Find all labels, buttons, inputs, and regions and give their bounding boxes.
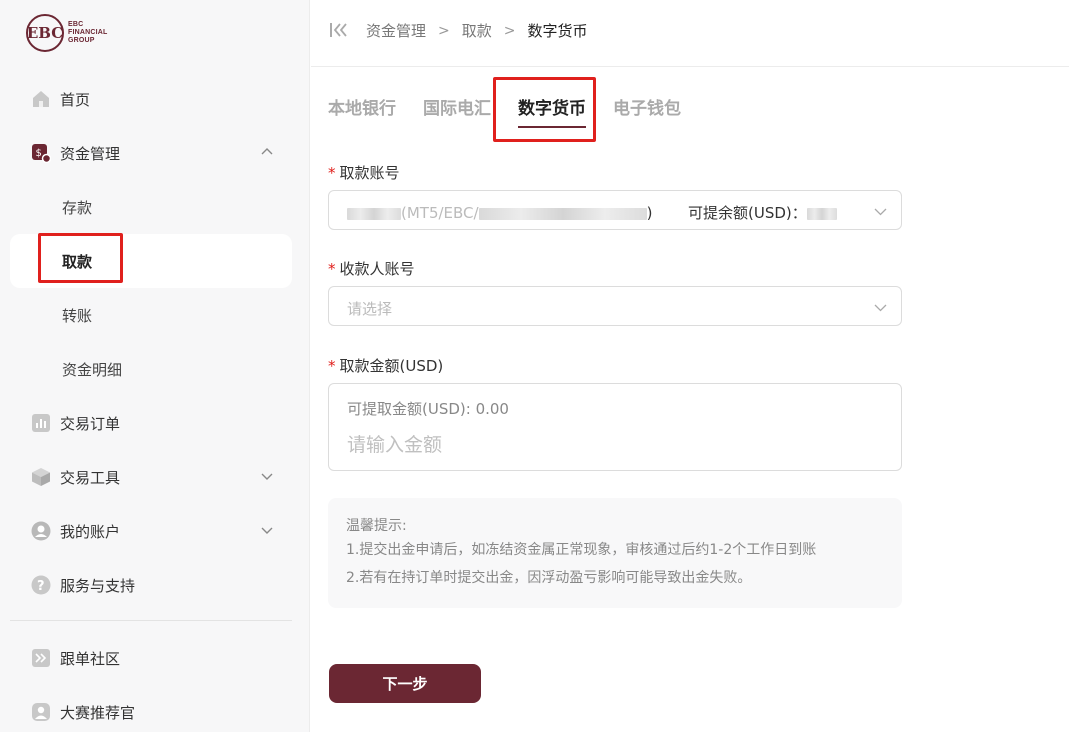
tab-wire-transfer[interactable]: 国际电汇 <box>423 94 491 128</box>
chevron-down-icon <box>874 304 887 312</box>
tab-local-bank[interactable]: 本地银行 <box>328 94 396 128</box>
withdraw-account-select[interactable]: (MT5/EBC/) 可提余额(USD)： <box>328 190 902 230</box>
chevron-down-icon <box>261 473 273 480</box>
sidebar-item-label: 服务与支持 <box>60 576 136 595</box>
top-header: 资金管理 > 取款 > 数字货币 <box>311 0 1069 67</box>
breadcrumb-withdraw[interactable]: 取款 <box>462 20 492 41</box>
next-step-button[interactable]: 下一步 <box>329 664 481 703</box>
highlight-box-digital-currency <box>493 77 596 142</box>
logo-text: EBC FINANCIAL GROUP <box>68 21 108 44</box>
payee-label: * 收款人账号 <box>328 260 415 278</box>
svg-text:?: ? <box>37 579 45 594</box>
tips-panel: 温馨提示: 1.提交出金申请后，如冻结资金属正常现象，审核通过后约1-2个工作日… <box>328 498 902 608</box>
sidebar-item-home[interactable]: 首页 <box>10 77 292 121</box>
chevron-down-icon <box>261 527 273 534</box>
amount-box: 可提取金额(USD): 0.00 <box>328 383 902 471</box>
amount-input[interactable] <box>347 430 887 460</box>
tips-line: 1.提交出金申请后，如冻结资金属正常现象，审核通过后约1-2个工作日到账 <box>346 542 817 558</box>
sidebar-item-label: 我的账户 <box>60 522 121 541</box>
svg-text:$: $ <box>36 148 42 159</box>
sidebar-divider <box>10 620 292 621</box>
sidebar-item-fund-management[interactable]: $ 资金管理 <box>10 131 292 175</box>
chevron-down-icon <box>874 208 887 216</box>
sidebar-subitem-fund-details[interactable]: 资金明细 <box>10 342 292 396</box>
home-icon <box>33 91 49 107</box>
sidebar-item-trading-tools[interactable]: 交易工具 <box>10 455 292 499</box>
sidebar-item-copy-trading[interactable]: 跟单社区 <box>10 636 292 680</box>
tips-title: 温馨提示: <box>346 518 407 534</box>
highlight-box-withdraw <box>38 233 123 283</box>
payee-account-select[interactable]: 请选择 <box>328 286 902 326</box>
redacted-balance <box>806 207 837 220</box>
withdraw-account-value: (MT5/EBC/) 可提余额(USD)： <box>347 202 837 223</box>
sidebar-item-label: 交易工具 <box>60 468 121 487</box>
copy-trade-icon <box>32 649 50 667</box>
fund-icon: $ <box>32 144 51 163</box>
tips-line: 2.若有在持订单时提交出金，因浮动盈亏影响可能导致出金失败。 <box>346 570 752 586</box>
sidebar: EBC EBC FINANCIAL GROUP 首页 $ 资金管理 存款 取款 <box>0 0 310 732</box>
breadcrumb-current: 数字货币 <box>527 22 588 40</box>
required-mark: * <box>328 357 336 375</box>
referral-icon <box>32 703 50 721</box>
sidebar-subitem-transfer[interactable]: 转账 <box>10 288 292 342</box>
required-mark: * <box>328 260 336 278</box>
logo-mark: EBC <box>26 14 64 52</box>
sidebar-item-label: 交易订单 <box>60 414 121 433</box>
sidebar-item-label: 跟单社区 <box>60 649 121 668</box>
brand-logo[interactable]: EBC EBC FINANCIAL GROUP <box>26 14 108 52</box>
payee-placeholder: 请选择 <box>347 300 393 318</box>
help-icon: ? <box>31 575 51 595</box>
chevron-right-icon: > <box>503 22 516 39</box>
app-root: EBC EBC FINANCIAL GROUP 首页 $ 资金管理 存款 取款 <box>0 0 1069 732</box>
sidebar-item-label: 大赛推荐官 <box>60 703 136 722</box>
breadcrumb: 资金管理 > 取款 > 数字货币 <box>366 20 588 41</box>
sidebar-item-referral[interactable]: 大赛推荐官 <box>10 690 292 732</box>
account-label: * 取款账号 <box>328 164 400 182</box>
available-amount: 可提取金额(USD): 0.00 <box>347 400 509 418</box>
cube-icon <box>32 468 50 486</box>
sidebar-subitem-deposit[interactable]: 存款 <box>10 180 292 234</box>
chevron-right-icon: > <box>438 22 450 39</box>
sidebar-item-label: 首页 <box>60 90 91 109</box>
sidebar-item-label: 资金管理 <box>60 144 121 163</box>
balance-label: 可提余额(USD)： <box>688 204 807 222</box>
redacted-text <box>347 207 401 220</box>
sidebar-item-support[interactable]: ? 服务与支持 <box>10 563 292 607</box>
chevron-up-icon <box>261 148 273 155</box>
required-mark: * <box>328 164 336 182</box>
user-icon <box>31 521 51 541</box>
redacted-text <box>478 207 647 220</box>
sidebar-item-my-account[interactable]: 我的账户 <box>10 509 292 553</box>
breadcrumb-fund-management[interactable]: 资金管理 <box>366 20 426 41</box>
amount-label: * 取款金额(USD) <box>328 357 444 375</box>
collapse-sidebar-icon[interactable] <box>329 22 349 38</box>
sidebar-item-orders[interactable]: 交易订单 <box>10 401 292 445</box>
chart-icon <box>32 414 50 432</box>
tab-e-wallet[interactable]: 电子钱包 <box>613 94 681 128</box>
